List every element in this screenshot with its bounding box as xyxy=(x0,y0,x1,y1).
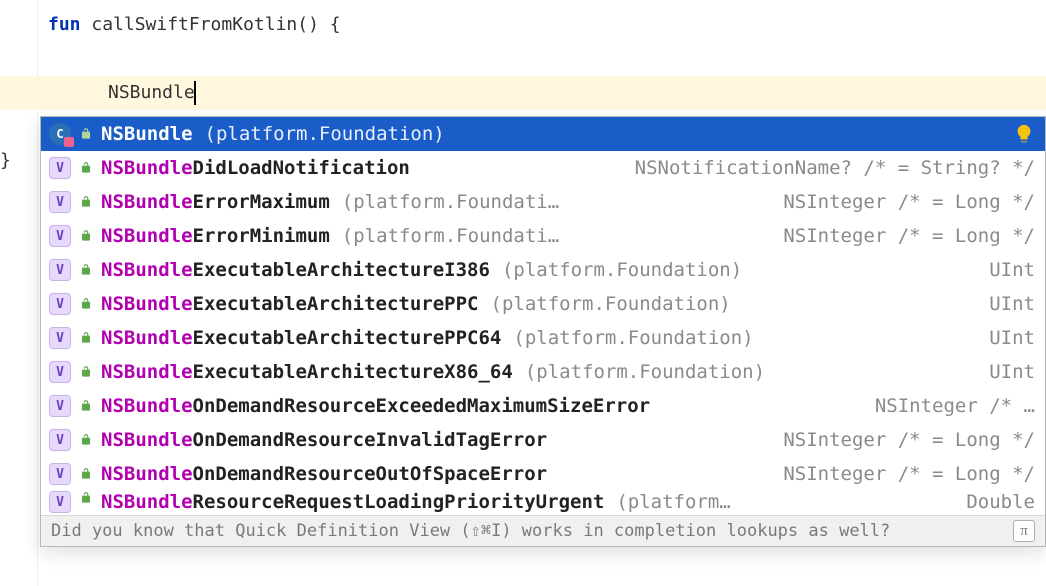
completion-item-type: NSInteger /* = Long */ xyxy=(783,463,1035,485)
variable-icon: V xyxy=(49,191,71,213)
variable-icon: V xyxy=(49,293,71,315)
code-line-current: NSBundle xyxy=(0,76,1046,110)
completion-item-type: NSInteger /* = Long */ xyxy=(783,191,1035,213)
completion-list[interactable]: C NSBundle (platform.Foundation) V NSBundle… xyxy=(41,117,1045,515)
public-lock-icon xyxy=(79,127,93,141)
completion-item[interactable]: V NSBundleOnDemandResourceOutOfSpaceError… xyxy=(41,457,1045,491)
code-line-empty xyxy=(0,42,1046,76)
public-lock-icon xyxy=(79,467,93,481)
completion-item-name: NSBundleOnDemandResourceExceededMaximumS… xyxy=(101,395,650,417)
completion-item[interactable]: V NSBundleErrorMinimum (platform.Foundati… xyxy=(41,219,1045,253)
completion-item[interactable]: V NSBundleOnDemandResourceExceededMaximum… xyxy=(41,389,1045,423)
code-line: fun callSwiftFromKotlin() { xyxy=(0,8,1046,42)
completion-item[interactable]: V NSBundleResourceRequestLoadingPriorityU… xyxy=(41,491,1045,515)
public-lock-icon xyxy=(79,331,93,345)
typed-text: NSBundle xyxy=(108,77,195,109)
completion-item-name: NSBundleExecutableArchitecturePPC64 xyxy=(101,327,501,349)
completion-item-hint: (platform.Foundation) xyxy=(491,293,731,315)
completion-item-name: NSBundleDidLoadNotification xyxy=(101,157,410,179)
completion-item-name: NSBundleOnDemandResourceOutOfSpaceError xyxy=(101,463,547,485)
public-lock-icon xyxy=(79,399,93,413)
code-text: callSwiftFromKotlin() { xyxy=(81,9,341,41)
class-icon: C xyxy=(49,123,71,145)
completion-item-hint: (platform.Foundation) xyxy=(502,259,742,281)
public-lock-icon xyxy=(79,161,93,175)
completion-popup[interactable]: C NSBundle (platform.Foundation) V NSBundle… xyxy=(40,116,1046,547)
keyword: fun xyxy=(48,9,81,41)
completion-item-name: NSBundleErrorMaximum xyxy=(101,191,330,213)
completion-item[interactable]: V NSBundleExecutableArchitecturePPC64 (pl… xyxy=(41,321,1045,355)
completion-item-type: NSInteger /* = Long */ xyxy=(783,225,1035,247)
text-caret xyxy=(194,81,196,105)
variable-icon: V xyxy=(49,225,71,247)
variable-icon: V xyxy=(49,429,71,451)
completion-item-type: Double xyxy=(966,491,1035,513)
completion-item-name: NSBundleOnDemandResourceInvalidTagError xyxy=(101,429,547,451)
completion-item-type: UInt xyxy=(989,327,1035,349)
completion-item-hint: (platform.Foundation) xyxy=(513,327,753,349)
completion-item-hint: (platform.Foundation) xyxy=(205,123,445,145)
variable-icon: V xyxy=(49,463,71,485)
variable-icon: V xyxy=(49,327,71,349)
completion-item[interactable]: V NSBundleErrorMaximum (platform.Foundati… xyxy=(41,185,1045,219)
completion-item-name: NSBundleExecutableArchitecturePPC xyxy=(101,293,479,315)
completion-item-type: NSNotificationName? /* = String? */ xyxy=(635,157,1035,179)
completion-tip-text: Did you know that Quick Definition View … xyxy=(51,521,890,541)
completion-item-type: NSInteger /* = Long */ xyxy=(783,429,1035,451)
variable-icon: V xyxy=(49,395,71,417)
completion-item[interactable]: C NSBundle (platform.Foundation) xyxy=(41,117,1045,151)
completion-item-hint: (platform… xyxy=(616,491,730,513)
completion-item[interactable]: V NSBundleExecutableArchitectureX86_64 (p… xyxy=(41,355,1045,389)
completion-item-name: NSBundleResourceRequestLoadingPriorityUr… xyxy=(101,491,604,513)
public-lock-icon xyxy=(79,263,93,277)
variable-icon: V xyxy=(49,157,71,179)
public-lock-icon xyxy=(79,195,93,209)
completion-item-type: UInt xyxy=(989,293,1035,315)
public-lock-icon xyxy=(79,297,93,311)
pi-settings-button[interactable]: π xyxy=(1013,520,1035,542)
completion-item-name: NSBundle xyxy=(101,123,193,145)
completion-item-hint: (platform.Foundati… xyxy=(342,191,559,213)
public-lock-icon xyxy=(79,365,93,379)
public-lock-icon xyxy=(79,491,93,505)
completion-item-hint: (platform.Foundati… xyxy=(342,225,559,247)
variable-icon: V xyxy=(49,491,71,513)
bulb-icon xyxy=(1013,123,1035,145)
completion-item[interactable]: V NSBundleOnDemandResourceInvalidTagError… xyxy=(41,423,1045,457)
public-lock-icon xyxy=(79,229,93,243)
completion-item-name: NSBundleErrorMinimum xyxy=(101,225,330,247)
variable-icon: V xyxy=(49,361,71,383)
completion-item-name: NSBundleExecutableArchitectureI386 xyxy=(101,259,490,281)
completion-footer: Did you know that Quick Definition View … xyxy=(41,515,1045,546)
completion-item[interactable]: V NSBundleExecutableArchitecturePPC (plat… xyxy=(41,287,1045,321)
completion-item-name: NSBundleExecutableArchitectureX86_64 xyxy=(101,361,513,383)
completion-item[interactable]: V NSBundleDidLoadNotification NSNotificati… xyxy=(41,151,1045,185)
completion-item-hint: (platform.Foundation) xyxy=(525,361,765,383)
completion-item[interactable]: V NSBundleExecutableArchitectureI386 (pla… xyxy=(41,253,1045,287)
variable-icon: V xyxy=(49,259,71,281)
completion-item-type: UInt xyxy=(989,259,1035,281)
public-lock-icon xyxy=(79,433,93,447)
completion-item-type: UInt xyxy=(989,361,1035,383)
completion-item-type: NSInteger /* … xyxy=(875,395,1035,417)
